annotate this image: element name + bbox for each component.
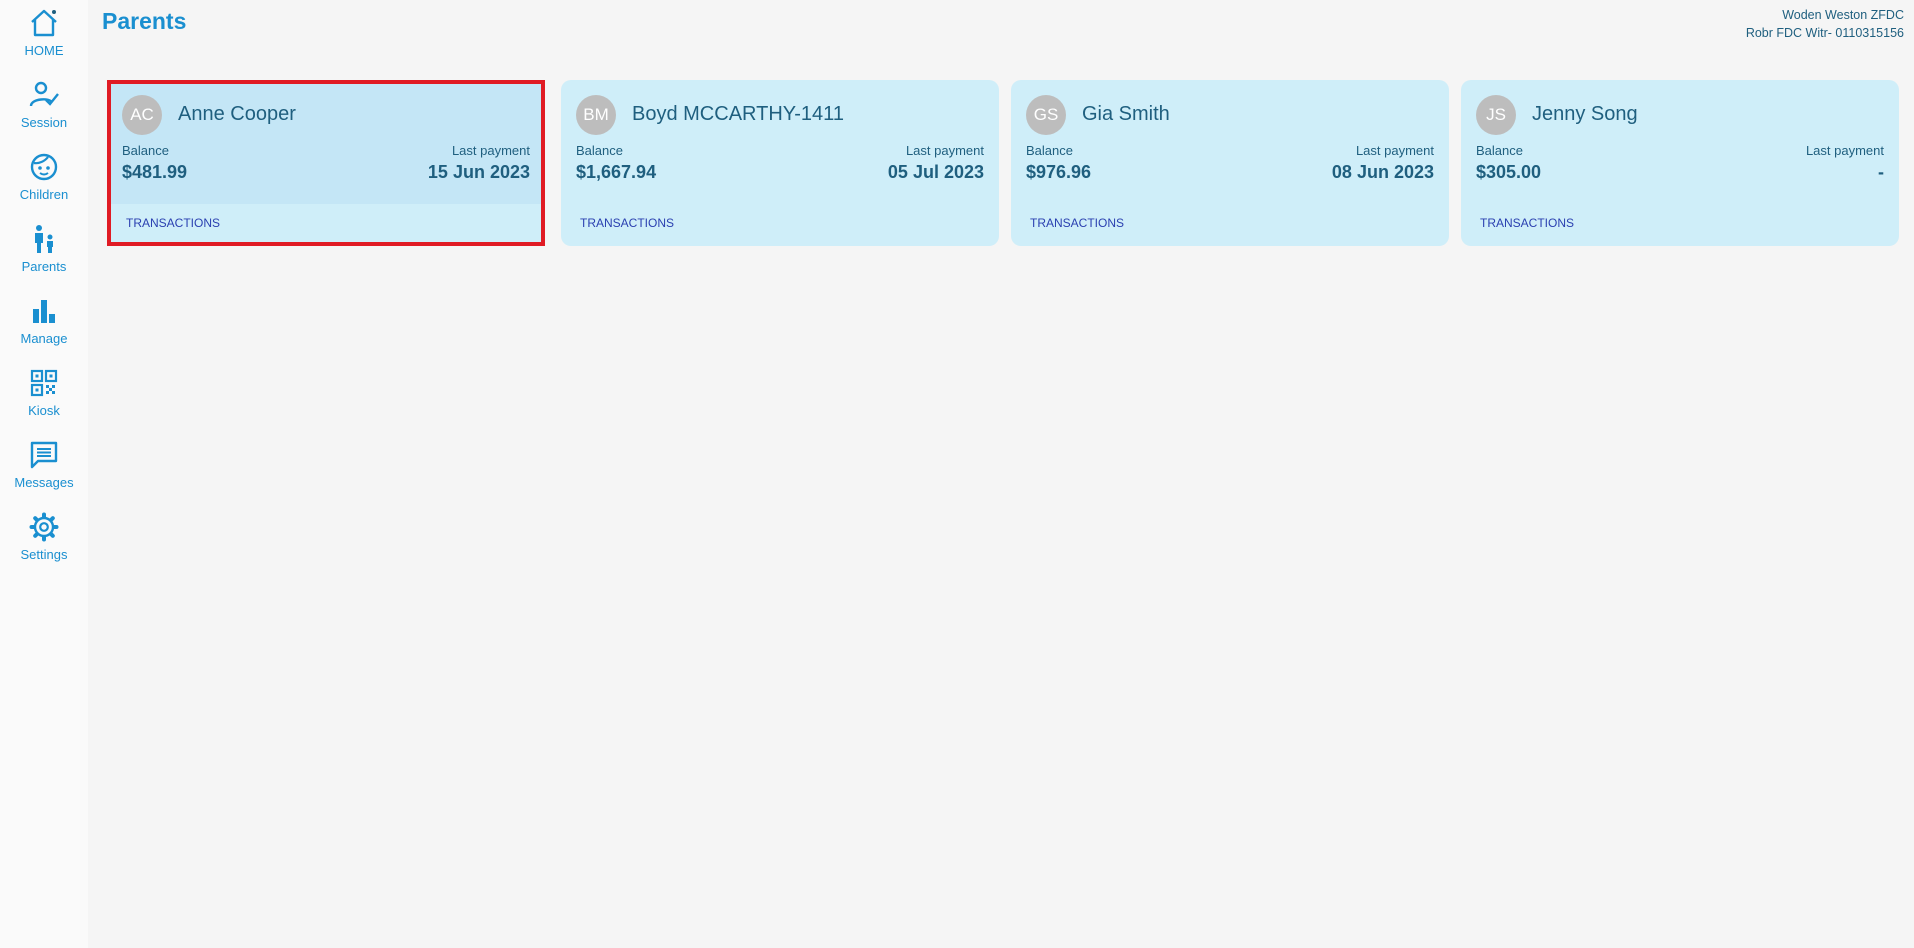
nav-parents-label: Parents [21,259,67,274]
last-payment-value: 08 Jun 2023 [1331,162,1434,182]
bar-chart-icon [33,300,55,323]
gear-icon [29,512,59,542]
last-payment-label: Last payment [905,143,984,158]
nav-manage-label: Manage [20,331,68,346]
child-face-icon [30,153,58,181]
balance-value: $1,667.94 [576,162,657,182]
parent-name: Jenny Song [1532,103,1638,125]
org-info: Woden Weston ZFDC Robr FDC Witr- 0110315… [1746,6,1904,42]
nav-kiosk[interactable]: Kiosk [0,368,88,434]
home-icon [31,9,57,37]
balance-value: $305.00 [1476,162,1542,182]
balance-label: Balance [1026,143,1073,158]
parent-name: Boyd MCCARTHY-1411 [632,103,844,125]
nav-children[interactable]: Children [0,152,88,218]
nav-parents[interactable]: Parents [0,224,88,290]
avatar: BM [576,95,616,135]
person-check-icon [29,81,59,107]
avatar: AC [122,95,162,135]
message-icon [30,441,58,469]
nav-session-label: Session [20,115,68,130]
transactions-button[interactable]: TRANSACTIONS [126,216,220,230]
sidebar: HOME Session Children Parents Manage Kio… [0,0,88,948]
nav-session[interactable]: Session [0,80,88,146]
last-payment-label: Last payment [1805,143,1884,158]
balance-value: $976.96 [1026,162,1092,182]
nav-home-label: HOME [24,43,64,58]
last-payment-value: 05 Jul 2023 [887,162,984,182]
qr-code-icon [30,369,58,397]
transactions-button[interactable]: TRANSACTIONS [580,216,674,230]
nav-settings-label: Settings [20,547,68,562]
parent-card-gia-smith[interactable]: GS Gia Smith Balance $976.96 Last paymen… [1011,80,1449,246]
transactions-button[interactable]: TRANSACTIONS [1480,216,1574,230]
avatar: GS [1026,95,1066,135]
parent-child-icon [35,225,53,253]
parent-card-anne-cooper[interactable]: AC Anne Cooper Balance $481.99 Last paym… [107,80,545,246]
nav-manage[interactable]: Manage [0,296,88,362]
last-payment-value: 15 Jun 2023 [427,162,530,182]
balance-value: $481.99 [122,162,188,182]
nav-children-label: Children [19,187,69,202]
nav-kiosk-label: Kiosk [28,403,60,418]
last-payment-label: Last payment [1355,143,1434,158]
nav-messages-label: Messages [14,475,74,490]
last-payment-label: Last payment [451,143,530,158]
org-name: Woden Weston ZFDC [1782,8,1904,22]
balance-label: Balance [122,143,169,158]
org-service: Robr FDC Witr- 0110315156 [1745,26,1904,40]
balance-label: Balance [1476,143,1523,158]
last-payment-value: - [1878,162,1884,182]
parent-name: Gia Smith [1082,103,1170,125]
parent-card-boyd-mccarthy[interactable]: BM Boyd MCCARTHY-1411 Balance $1,667.94 … [561,80,999,246]
parent-name: Anne Cooper [178,103,296,125]
avatar: JS [1476,95,1516,135]
nav-settings[interactable]: Settings [0,512,88,578]
nav-messages[interactable]: Messages [0,440,88,506]
nav-home[interactable]: HOME [0,8,88,74]
transactions-button[interactable]: TRANSACTIONS [1030,216,1124,230]
page-title: Parents [102,8,187,34]
parent-card-jenny-song[interactable]: JS Jenny Song Balance $305.00 Last payme… [1461,80,1899,246]
balance-label: Balance [576,143,623,158]
